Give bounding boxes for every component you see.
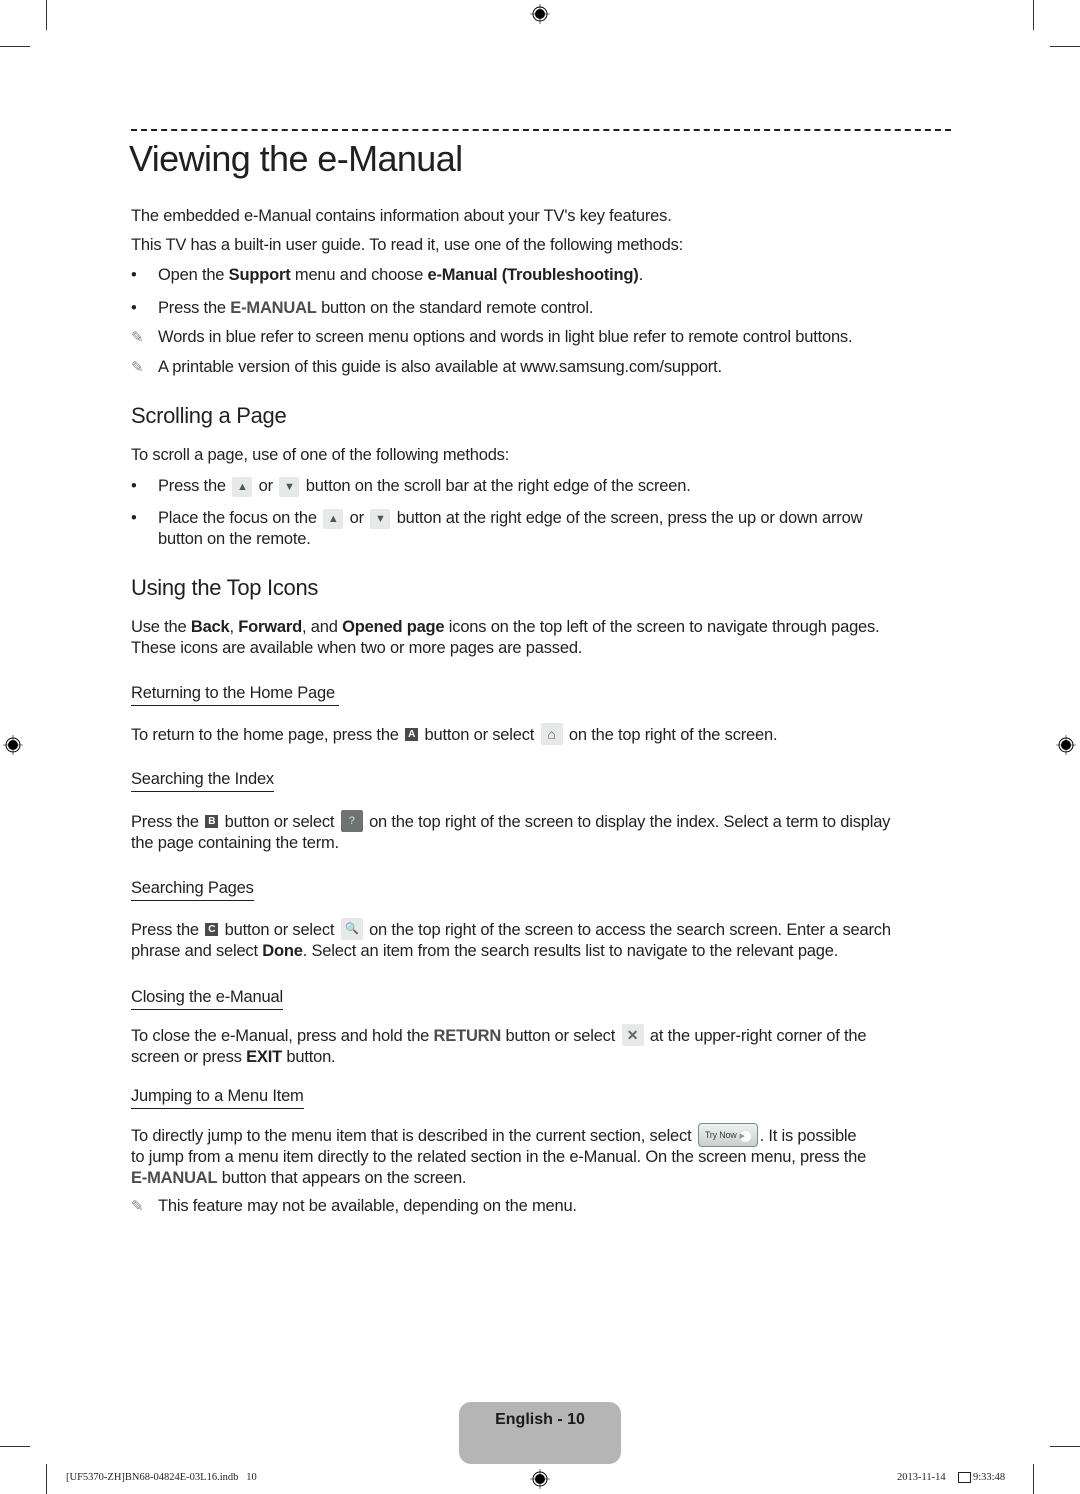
crop-mark (1033, 0, 1034, 30)
registration-mark-icon (3, 735, 23, 755)
registration-mark-icon (530, 4, 550, 24)
menu-term: Forward (238, 618, 302, 636)
scroll-up-icon: ▲ (323, 508, 344, 529)
page-number-tab: English - 10 (459, 1402, 621, 1464)
scroll-down-icon: ▼ (370, 508, 391, 529)
crop-mark (0, 46, 30, 47)
section-heading: Using the Top Icons (131, 575, 319, 600)
menu-term: Opened page (342, 618, 445, 636)
registration-mark-icon (1056, 735, 1076, 755)
subsection-heading: Searching Pages (131, 879, 254, 901)
scrolling-intro: To scroll a page, use of one of the foll… (131, 446, 510, 464)
scroll-down-icon: ▼ (279, 476, 300, 497)
page-title: Viewing the e-Manual (129, 138, 463, 179)
try-now-button: Try Now ▶ (697, 1122, 758, 1147)
page-number: English - 10 (495, 1411, 585, 1428)
subsection-heading: Returning to the Home Page (131, 684, 339, 706)
bullet-icon: • (131, 509, 137, 527)
play-icon: ▶ (739, 1130, 751, 1142)
scroll-up-icon: ▲ (232, 476, 253, 497)
menu-term: EXIT (246, 1048, 282, 1066)
jump-paragraph: To directly jump to the menu item that i… (131, 1122, 961, 1189)
c-key-icon: C (205, 923, 219, 937)
clock-glyph-icon (958, 1472, 971, 1484)
home-icon: ⌂ (540, 722, 563, 745)
crop-mark (1050, 1446, 1080, 1447)
section-heading: Scrolling a Page (131, 403, 287, 428)
b-key-icon: B (205, 815, 219, 829)
crop-mark (1050, 46, 1080, 47)
crop-mark (46, 0, 47, 30)
a-key-icon: A (405, 728, 419, 742)
title-dashed-rule (131, 129, 951, 131)
close-icon: ✕ (621, 1023, 644, 1046)
intro-line-2: This TV has a built-in user guide. To re… (131, 236, 684, 254)
bullet-icon: • (131, 299, 137, 317)
index-paragraph: Press the B button or select ? on the to… (131, 809, 961, 854)
crop-mark (0, 1446, 30, 1447)
print-slug-date: 2013-11-14 (897, 1472, 946, 1483)
remote-key-term: RETURN (433, 1027, 502, 1045)
note-pencil-icon: ✎ (131, 359, 144, 376)
note-pencil-icon: ✎ (131, 329, 144, 346)
home-paragraph: To return to the home page, press the A … (131, 722, 961, 746)
menu-term: e-Manual (Troubleshooting) (427, 266, 639, 284)
remote-key-term: E-MANUAL (131, 1169, 218, 1187)
print-slug-time: 9:33:48 (958, 1472, 1005, 1484)
subsection-heading: Closing the e-Manual (131, 988, 283, 1010)
search-paragraph: Press the C button or select 🔍 on the to… (131, 917, 961, 962)
menu-term: Support (228, 266, 291, 284)
remote-key-term: E-MANUAL (230, 299, 317, 317)
bullet-icon: • (131, 477, 137, 495)
crop-mark (46, 1464, 47, 1494)
search-icon: 🔍 (340, 917, 363, 940)
menu-term: Back (190, 618, 230, 636)
crop-mark (1033, 1464, 1034, 1494)
top-icons-paragraph: Use the Back, Forward, and Opened page i… (131, 618, 880, 657)
print-slug-file: [UF5370-ZH]BN68-04824E-03L16.indb 10 (66, 1472, 257, 1483)
note-pencil-icon: ✎ (131, 1198, 144, 1215)
subsection-heading: Jumping to a Menu Item (131, 1087, 304, 1109)
intro-line-1: The embedded e-Manual contains informati… (131, 207, 672, 225)
subsection-heading: Searching the Index (131, 770, 274, 792)
index-icon: ? (340, 809, 363, 832)
menu-term: Done (262, 942, 303, 960)
bullet-icon: • (131, 266, 137, 284)
close-paragraph: To close the e-Manual, press and hold th… (131, 1023, 961, 1068)
registration-mark-icon (530, 1469, 550, 1489)
